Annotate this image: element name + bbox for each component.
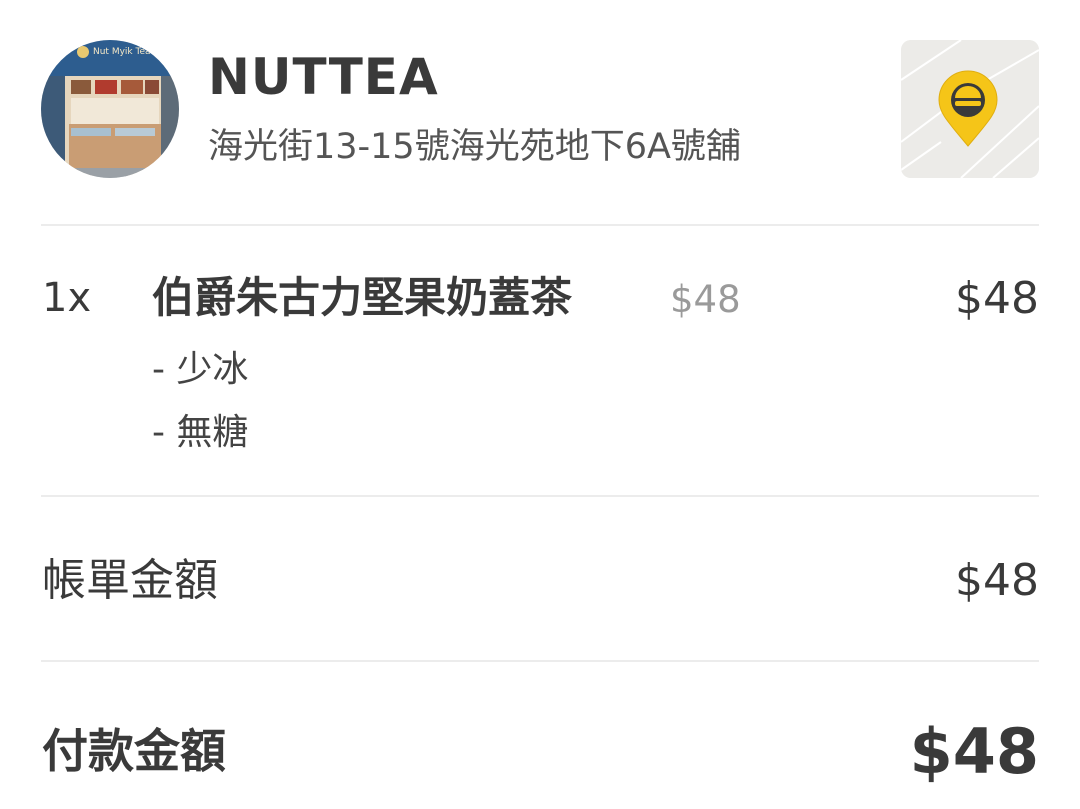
item-option-ice: - 少冰 [152, 349, 249, 390]
store-map-button[interactable] [901, 40, 1039, 178]
item-name: 伯爵朱古力堅果奶蓋茶 [152, 273, 573, 322]
item-option-sugar: - 無糖 [152, 412, 249, 453]
divider [41, 495, 1039, 497]
store-name: NUTTEA [208, 48, 439, 106]
map-pin-icon [901, 40, 1039, 178]
bill-amount-value: $48 [955, 555, 1039, 606]
store-address: 海光街13-15號海光苑地下6A號舖 [208, 127, 741, 167]
bill-amount-label: 帳單金額 [42, 555, 218, 606]
store-sign-text: Nut Myik Tea [93, 47, 151, 57]
item-unit-price: $48 [670, 278, 741, 321]
storefront-photo-icon: Nut Myik Tea [41, 40, 179, 178]
payment-amount-value: $48 [909, 715, 1039, 788]
item-quantity: 1x [42, 275, 92, 321]
divider [41, 660, 1039, 662]
item-total-price: $48 [955, 273, 1039, 324]
store-photo-avatar: Nut Myik Tea [41, 40, 179, 178]
store-header: Nut Myik Tea NUTTEA 海光街13-15號海光苑地下6A號舖 [0, 0, 1080, 225]
payment-amount-label: 付款金額 [42, 724, 226, 778]
